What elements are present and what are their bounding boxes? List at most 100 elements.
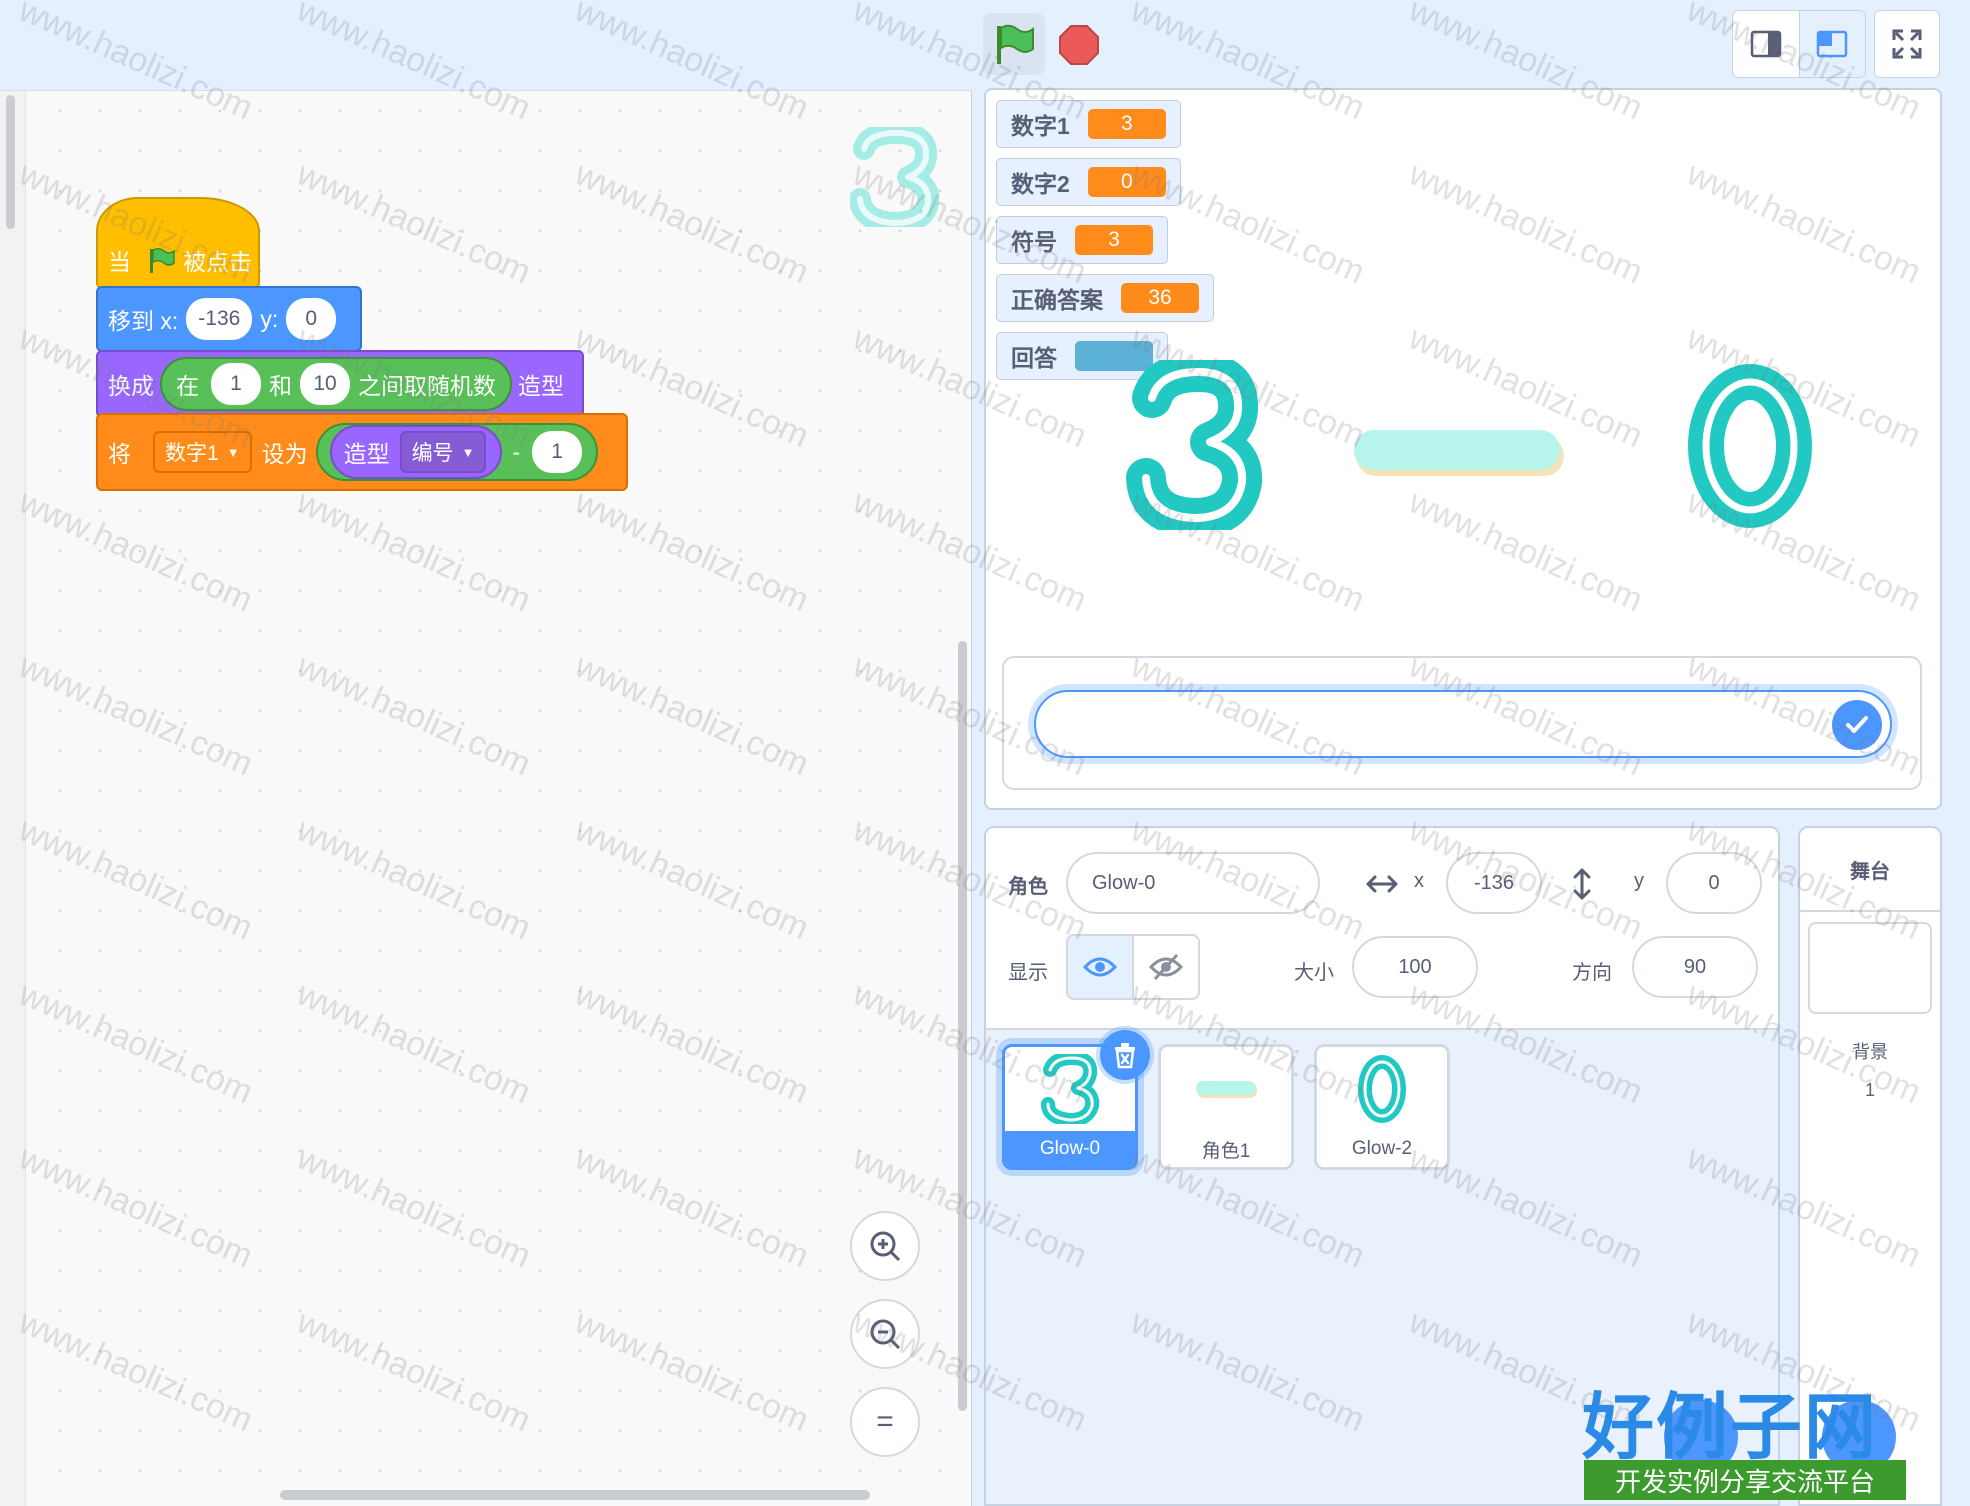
sprite-thumbnail bbox=[1317, 1047, 1447, 1131]
sprite-thumbnail bbox=[1161, 1047, 1291, 1131]
y-position-input[interactable]: 0 bbox=[1666, 852, 1762, 914]
backdrop-thumbnail[interactable] bbox=[1808, 922, 1932, 1014]
x-label: x bbox=[1414, 870, 1424, 892]
monitor-value: 0 bbox=[1087, 167, 1166, 197]
green-flag-button[interactable] bbox=[983, 13, 1045, 75]
subtract-reporter[interactable]: 造型 编号 ▼ - 1 bbox=[315, 423, 599, 481]
monitor-label: 回答 bbox=[1011, 345, 1057, 371]
vertical-arrows-icon bbox=[1573, 868, 1591, 900]
zoom-reset-button[interactable]: = bbox=[850, 1387, 920, 1457]
monitor-label: 正确答案 bbox=[1011, 287, 1103, 313]
zoom-in-button[interactable] bbox=[850, 1211, 920, 1281]
workspace-vertical-scrollbar[interactable] bbox=[958, 641, 967, 1411]
set-label: 将 bbox=[108, 441, 131, 467]
sprite-info-panel: 角色 Glow-0 x -136 y 0 显示 大小 100 方向 90 bbox=[986, 828, 1778, 1030]
workspace-vertical-scrollbar-left[interactable] bbox=[6, 95, 15, 229]
normal-stage-button[interactable] bbox=[1798, 11, 1865, 77]
zoom-in-icon bbox=[870, 1231, 901, 1262]
monitor-value: 3 bbox=[1087, 109, 1166, 139]
stage-size-toggle[interactable] bbox=[1732, 10, 1866, 78]
monitor-label: 符号 bbox=[1011, 229, 1057, 255]
random-and-label: 和 bbox=[269, 373, 292, 399]
show-sprite-button[interactable] bbox=[1068, 936, 1132, 998]
hide-sprite-button[interactable] bbox=[1132, 936, 1198, 998]
watermark-logo: 好例子网 开发实例分享交流平台 bbox=[1578, 1368, 1910, 1504]
workspace-horizontal-scrollbar[interactable] bbox=[280, 1490, 870, 1500]
minus-operator: - bbox=[512, 438, 521, 465]
horizontal-arrows-icon bbox=[1366, 875, 1398, 893]
random-suffix: 之间取随机数 bbox=[358, 373, 496, 399]
switch-costume-label: 造型 bbox=[518, 373, 564, 399]
current-sprite-preview bbox=[850, 127, 940, 227]
variable-monitor[interactable]: 符号 3 bbox=[996, 216, 1168, 264]
stop-button[interactable] bbox=[1054, 20, 1104, 70]
set-to-label: 设为 bbox=[261, 441, 308, 467]
eye-slash-icon bbox=[1149, 953, 1183, 981]
hat-clicked-label: 被点击 bbox=[183, 249, 252, 275]
watermark-logo-title: 好例子网 bbox=[1582, 1385, 1879, 1469]
green-flag-icon bbox=[150, 247, 175, 273]
code-workspace[interactable]: 当 被点击 移到 x: -136 y: 0 换成 在 1 和 10 之间取随机数… bbox=[0, 90, 972, 1506]
ask-submit-button[interactable] bbox=[1832, 700, 1882, 750]
backdrops-count: 1 bbox=[1864, 1080, 1875, 1100]
variable-dropdown[interactable]: 数字1 ▼ bbox=[153, 431, 252, 473]
random-to-input[interactable]: 10 bbox=[300, 363, 350, 405]
stage-canvas[interactable]: 数字1 3 数字2 0 符号 3 正确答案 36 回答 bbox=[984, 88, 1942, 810]
sprite-name-label: 角色 bbox=[1008, 876, 1048, 898]
ask-answer-input[interactable] bbox=[1034, 690, 1892, 758]
set-variable-block[interactable]: 将 数字1 ▼ 设为 造型 编号 ▼ - 1 bbox=[96, 413, 628, 491]
size-input[interactable]: 100 bbox=[1352, 936, 1478, 998]
x-position-input[interactable]: -136 bbox=[1446, 852, 1542, 914]
delete-sprite-button[interactable] bbox=[1100, 1030, 1150, 1080]
switch-costume-block[interactable]: 换成 在 1 和 10 之间取随机数 造型 bbox=[96, 350, 584, 418]
hat-when-label: 当 bbox=[108, 249, 131, 275]
variable-monitor[interactable]: 数字1 3 bbox=[996, 100, 1181, 148]
sprite-name-input[interactable]: Glow-0 bbox=[1066, 852, 1320, 914]
goto-xy-block[interactable]: 移到 x: -136 y: 0 bbox=[96, 286, 362, 352]
zoom-out-button[interactable] bbox=[850, 1299, 920, 1369]
monitor-label: 数字2 bbox=[1011, 171, 1070, 197]
goto-x-input[interactable]: -136 bbox=[186, 298, 253, 340]
pick-random-prefix: 在 bbox=[176, 373, 199, 399]
sprite-tile[interactable]: Glow-2 bbox=[1314, 1044, 1450, 1170]
normal-stage-icon bbox=[1817, 30, 1848, 58]
minus-value-input[interactable]: 1 bbox=[532, 431, 583, 473]
goto-y-label: y: bbox=[260, 305, 279, 332]
direction-input[interactable]: 90 bbox=[1632, 936, 1758, 998]
costume-number-reporter[interactable]: 造型 编号 ▼ bbox=[329, 425, 503, 479]
digit-three-sprite[interactable] bbox=[1126, 360, 1266, 530]
pick-random-reporter[interactable]: 在 1 和 10 之间取随机数 bbox=[160, 357, 512, 411]
green-flag-icon bbox=[997, 24, 1034, 64]
ask-prompt-box bbox=[1002, 656, 1922, 790]
visibility-toggle[interactable] bbox=[1066, 934, 1200, 1000]
check-icon bbox=[1846, 716, 1868, 733]
variable-monitor[interactable]: 数字2 0 bbox=[996, 158, 1181, 206]
zoom-out-icon bbox=[870, 1319, 901, 1350]
digit-zero-sprite[interactable] bbox=[1686, 362, 1816, 530]
random-from-input[interactable]: 1 bbox=[211, 363, 261, 405]
y-label: y bbox=[1634, 870, 1644, 892]
sprite-tile-name: Glow-2 bbox=[1351, 1138, 1413, 1159]
chevron-down-icon: ▼ bbox=[226, 444, 240, 460]
sprite-tile-name: 角色1 bbox=[1201, 1140, 1251, 1162]
backdrops-label: 背景 bbox=[1852, 1042, 1888, 1062]
trash-icon bbox=[1115, 1043, 1135, 1069]
small-stage-icon bbox=[1750, 30, 1781, 58]
minus-sign-sprite[interactable] bbox=[1350, 422, 1570, 492]
size-label: 大小 bbox=[1294, 962, 1334, 984]
costume-property-dropdown[interactable]: 编号 ▼ bbox=[399, 431, 487, 473]
zoom-reset-icon: = bbox=[876, 1405, 894, 1438]
goto-y-input[interactable]: 0 bbox=[286, 298, 337, 340]
fullscreen-button[interactable] bbox=[1874, 10, 1940, 78]
switch-label: 换成 bbox=[108, 373, 154, 399]
sprite-tile[interactable]: 角色1 bbox=[1158, 1044, 1294, 1170]
costume-word: 造型 bbox=[343, 441, 390, 467]
direction-label: 方向 bbox=[1572, 962, 1612, 984]
when-flag-clicked-block[interactable]: 当 被点击 bbox=[96, 197, 260, 289]
stop-icon bbox=[1059, 25, 1099, 65]
monitor-label: 数字1 bbox=[1011, 113, 1070, 139]
variable-monitor[interactable]: 正确答案 36 bbox=[996, 274, 1214, 322]
variable-dropdown-value: 数字1 bbox=[165, 442, 219, 465]
small-stage-button[interactable] bbox=[1733, 11, 1799, 77]
show-label: 显示 bbox=[1008, 962, 1048, 984]
